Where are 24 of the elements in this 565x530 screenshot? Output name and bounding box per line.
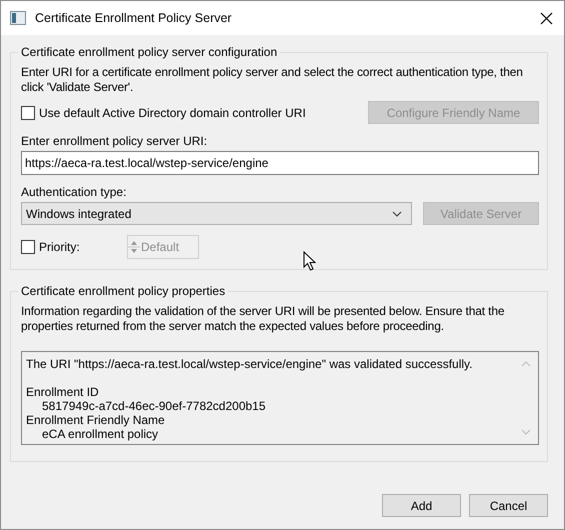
scroll-down-icon[interactable]	[521, 429, 531, 435]
field-label: Enter enrollment policy server URI:	[21, 134, 208, 148]
window-title: Certificate Enrollment Policy Server	[35, 11, 233, 25]
dialog-button[interactable]: Cancel	[469, 494, 548, 517]
chevron-down-icon	[392, 210, 402, 216]
output-line: The URI "https://aeca-ra.test.local/wstep-service/engine" was validated successfully.	[26, 357, 474, 371]
group-title: Certificate enrollment policy properties	[20, 284, 226, 298]
scroll-up-icon[interactable]	[521, 361, 531, 367]
output-line: eCA enrollment policy	[41, 427, 160, 441]
close-icon[interactable]	[540, 12, 553, 24]
authentication-dropdown[interactable]: Windows integrated	[21, 202, 412, 225]
output-line: Enrollment Friendly Name	[26, 413, 166, 427]
output-line: Enrollment ID	[26, 385, 100, 399]
instructions-text: Information regarding the validation of the server URI will be presented below. Ensure that the properties returned from the server match the expected values before proceeding.	[21, 304, 506, 334]
group-title: Certificate enrollment policy server configuration	[20, 45, 278, 59]
field-label: Authentication type:	[21, 185, 128, 199]
checkbox[interactable]: Priority:	[21, 240, 127, 254]
app-icon	[10, 11, 26, 25]
mouse-pointer-icon	[303, 251, 317, 271]
uri-field[interactable]: https://aeca-ra.test.local/wstep-service/engine	[21, 151, 539, 175]
dialog-button[interactable]: Add	[382, 494, 461, 517]
output-line: 5817949c-a7cd-46ec-90ef-7782cd200b15	[41, 399, 267, 413]
instructions-text: Enter URI for a certificate enrollment policy server and select the correct authentication type, then click 'Validate Server'.	[21, 65, 524, 95]
checkbox[interactable]: Use default Active Directory domain controller URI	[21, 106, 306, 120]
